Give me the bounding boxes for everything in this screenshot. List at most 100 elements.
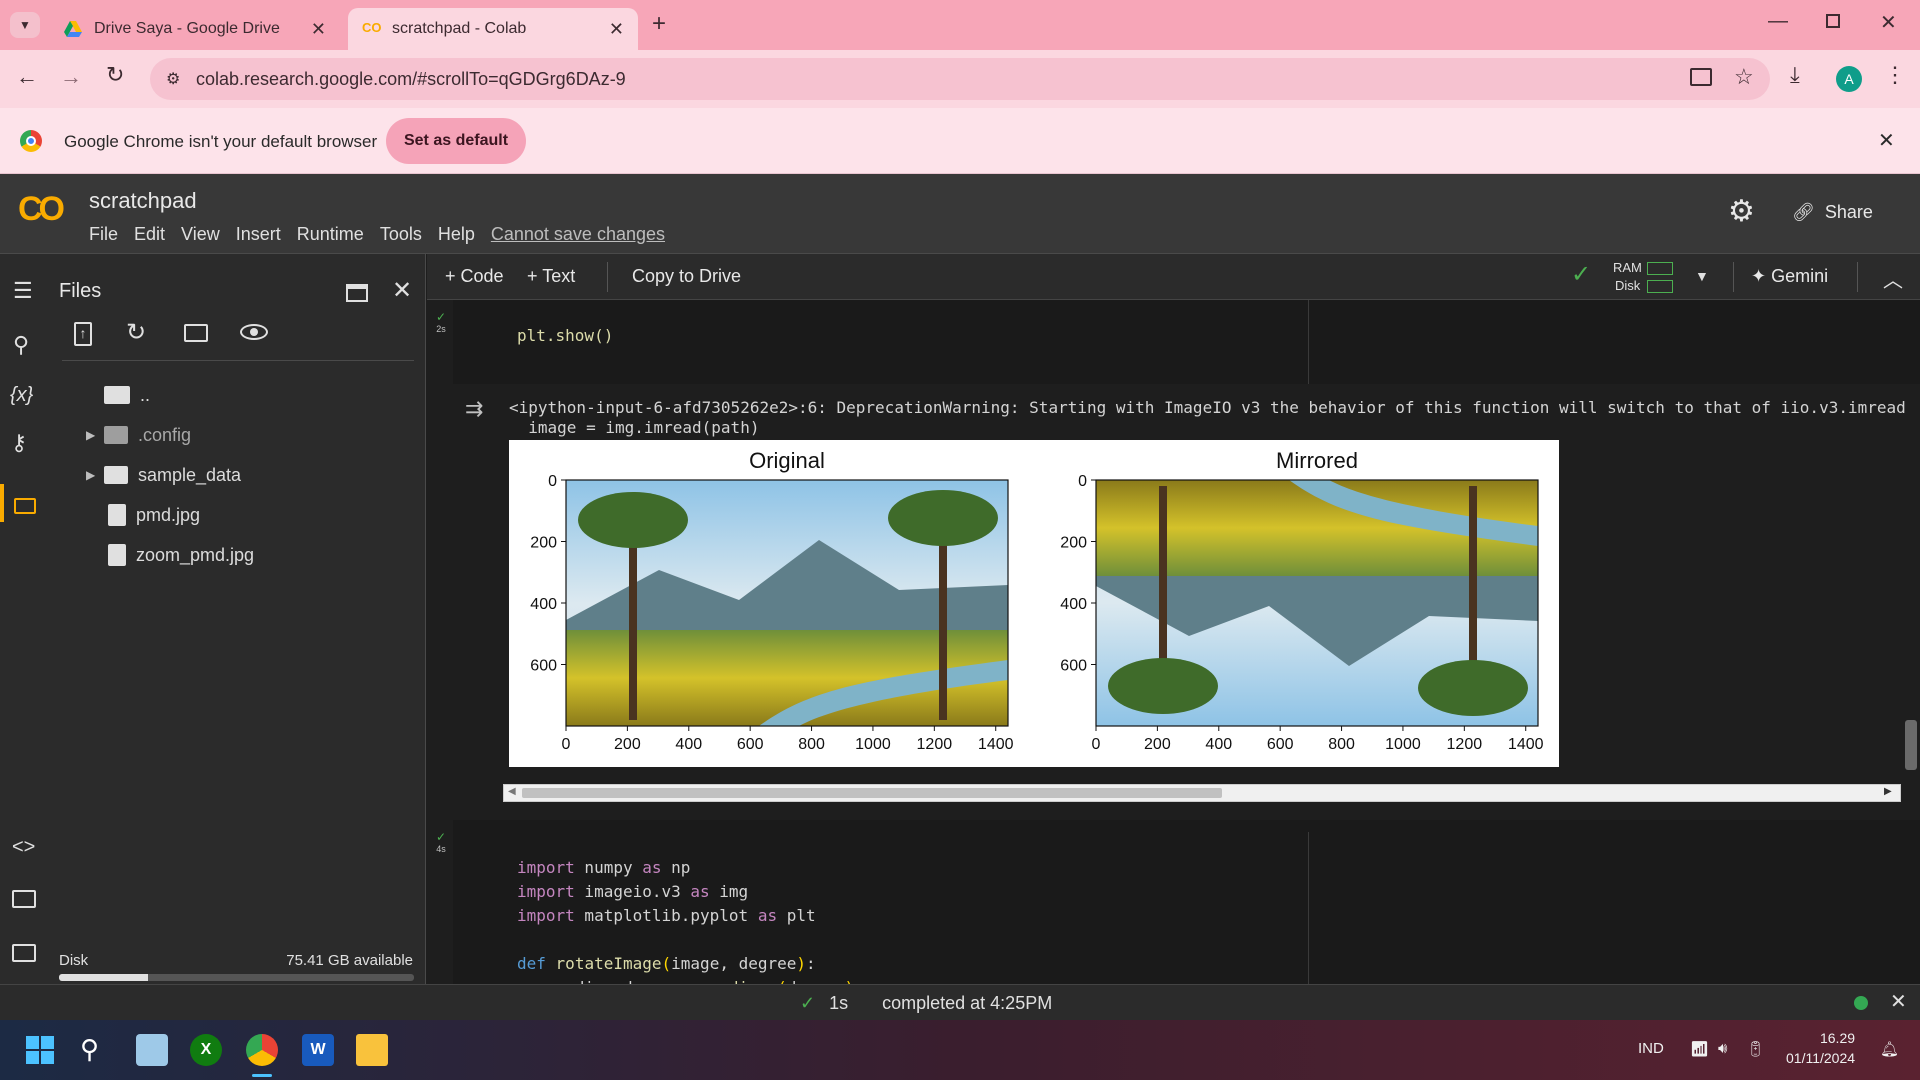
- restore-icon[interactable]: [1826, 14, 1840, 28]
- settings-gear-icon[interactable]: ⚙: [1728, 194, 1755, 229]
- wifi-icon[interactable]: 📶︎: [1690, 1040, 1709, 1058]
- site-info-icon[interactable]: ⚙: [166, 69, 180, 89]
- tree-item-parent[interactable]: ..: [86, 380, 150, 410]
- close-status-icon[interactable]: ✕: [1890, 989, 1907, 1014]
- output-toggle-icon[interactable]: ⇉: [465, 396, 483, 422]
- scrollbar-thumb[interactable]: [522, 788, 1222, 798]
- open-in-new-tab-icon[interactable]: [346, 284, 368, 302]
- taskbar-app-icon[interactable]: [136, 1034, 168, 1066]
- battery-icon[interactable]: 🔋︎: [1746, 1040, 1765, 1058]
- save-status-link[interactable]: Cannot save changes: [491, 224, 665, 245]
- bookmark-star-icon[interactable]: ☆: [1734, 64, 1754, 90]
- close-tab-icon[interactable]: ✕: [609, 19, 624, 40]
- expand-arrow-icon[interactable]: ▶: [86, 468, 104, 482]
- upload-file-icon[interactable]: ↑: [74, 322, 92, 346]
- copy-to-drive-button[interactable]: Copy to Drive: [632, 266, 741, 287]
- scroll-right-icon[interactable]: ▶: [1884, 786, 1892, 797]
- url-text: colab.research.google.com/#scrollTo=qGDG…: [196, 69, 626, 89]
- cast-blocked-icon[interactable]: [1690, 68, 1712, 86]
- terminal-icon[interactable]: [12, 944, 36, 962]
- menu-file[interactable]: File: [89, 224, 118, 245]
- tree-item-pmd-jpg[interactable]: pmd.jpg: [86, 500, 200, 530]
- search-icon[interactable]: ⚲: [13, 332, 29, 358]
- new-tab-icon[interactable]: +: [652, 10, 666, 38]
- menu-tools[interactable]: Tools: [380, 224, 422, 245]
- y-tick-label: 200: [530, 535, 557, 552]
- gemini-button[interactable]: ✦ Gemini: [1751, 266, 1828, 287]
- tree-item-sample-data[interactable]: ▶ sample_data: [86, 460, 241, 490]
- tree-item-label: ..: [140, 384, 151, 405]
- secrets-key-icon[interactable]: ⚷: [11, 430, 27, 456]
- code-snippets-icon[interactable]: <>: [12, 836, 35, 859]
- collapse-header-chevron-icon[interactable]: ︿: [1883, 264, 1903, 293]
- colab-logo[interactable]: CO: [18, 190, 65, 229]
- show-hidden-files-eye-icon[interactable]: [240, 324, 268, 340]
- files-folder-icon-glyph[interactable]: [14, 498, 36, 514]
- download-icon[interactable]: ⤓: [1790, 62, 1800, 88]
- output-horizontal-scrollbar[interactable]: ◀ ▶: [503, 784, 1901, 802]
- menu-edit[interactable]: Edit: [134, 224, 165, 245]
- windows-start-icon[interactable]: [24, 1034, 56, 1066]
- chrome-taskbar-icon[interactable]: [246, 1034, 278, 1066]
- forward-icon[interactable]: →: [60, 64, 82, 90]
- code-cell-editor[interactable]: plt.show(): [453, 300, 1920, 384]
- table-of-contents-icon[interactable]: ☰: [13, 278, 33, 304]
- files-folder-icon[interactable]: [0, 484, 4, 522]
- menu-view[interactable]: View: [181, 224, 220, 245]
- share-button[interactable]: 🔗︎ Share: [1792, 202, 1873, 223]
- runtime-dropdown-icon[interactable]: ▼: [1695, 268, 1709, 284]
- address-bar[interactable]: ⚙ colab.research.google.com/#scrollTo=qG…: [150, 58, 1770, 100]
- word-icon[interactable]: W: [302, 1034, 334, 1066]
- menu-insert[interactable]: Insert: [236, 224, 281, 245]
- code-cell-editor[interactable]: import numpy as np import imageio.v3 as i…: [453, 820, 1920, 984]
- mount-drive-icon[interactable]: [184, 324, 208, 342]
- reload-icon[interactable]: ↻: [106, 62, 124, 88]
- tab-google-drive[interactable]: Drive Saya - Google Drive ✕: [50, 8, 340, 50]
- subplot-title-original: Original: [749, 448, 825, 473]
- menu-bar: File Edit View Insert Runtime Tools Help…: [89, 224, 665, 245]
- close-panel-icon[interactable]: ✕: [392, 276, 412, 305]
- x-tick-label: 0: [1092, 736, 1101, 753]
- tree-item-config[interactable]: ▶ .config: [86, 420, 191, 450]
- x-tick-label: 200: [1144, 736, 1171, 753]
- cell-exec-status: ✓ 4s: [431, 830, 451, 854]
- taskbar-clock[interactable]: 16.29 01/11/2024: [1786, 1028, 1855, 1068]
- taskbar-search-icon[interactable]: ⚲: [80, 1034, 112, 1066]
- expand-arrow-icon[interactable]: ▶: [86, 428, 104, 442]
- refresh-icon[interactable]: ↻: [126, 318, 146, 347]
- y-tick-label: 0: [548, 473, 557, 490]
- profile-avatar[interactable]: A: [1836, 66, 1862, 92]
- add-text-button[interactable]: + Text: [527, 266, 575, 287]
- set-as-default-button[interactable]: Set as default: [386, 118, 526, 164]
- command-palette-icon[interactable]: [12, 890, 36, 908]
- execution-status[interactable]: ✓ 1s completed at 4:25PM: [800, 993, 1052, 1014]
- minimize-icon[interactable]: —: [1768, 10, 1788, 33]
- tree-item-zoom-pmd-jpg[interactable]: zoom_pmd.jpg: [86, 540, 254, 570]
- x-tick-label: 800: [1328, 736, 1355, 753]
- page-scrollbar-thumb[interactable]: [1905, 720, 1917, 770]
- close-window-icon[interactable]: ✕: [1880, 10, 1897, 35]
- close-infobar-icon[interactable]: ✕: [1878, 128, 1895, 153]
- resources-indicator[interactable]: RAM Disk: [1613, 258, 1693, 296]
- chrome-menu-icon[interactable]: ⋮: [1884, 62, 1906, 88]
- menu-help[interactable]: Help: [438, 224, 475, 245]
- file-explorer-icon[interactable]: [356, 1034, 388, 1066]
- variables-icon[interactable]: {x}: [10, 384, 33, 407]
- add-code-button[interactable]: + Code: [445, 266, 504, 287]
- notebook-toolbar: + Code + Text Copy to Drive ✓ RAM Disk ▼…: [427, 254, 1920, 300]
- notification-bell-icon[interactable]: 🔔︎: [1880, 1040, 1899, 1058]
- notebook-title[interactable]: scratchpad: [89, 188, 197, 214]
- cell-exec-status: ✓ 2s: [431, 310, 451, 334]
- tab-search-chevron-icon[interactable]: ▼: [10, 12, 40, 38]
- volume-icon[interactable]: 🔊︎: [1718, 1040, 1727, 1057]
- menu-runtime[interactable]: Runtime: [297, 224, 364, 245]
- close-tab-icon[interactable]: ✕: [311, 19, 326, 40]
- scroll-left-icon[interactable]: ◀: [508, 786, 516, 797]
- tree-item-label: zoom_pmd.jpg: [136, 544, 255, 565]
- language-indicator[interactable]: IND: [1638, 1040, 1664, 1057]
- plus-icon: +: [445, 266, 461, 286]
- xbox-icon[interactable]: X: [190, 1034, 222, 1066]
- tab-title: scratchpad - Colab: [392, 20, 527, 37]
- tab-colab-scratchpad[interactable]: CO scratchpad - Colab ✕: [348, 8, 638, 50]
- back-icon[interactable]: ←: [16, 64, 38, 90]
